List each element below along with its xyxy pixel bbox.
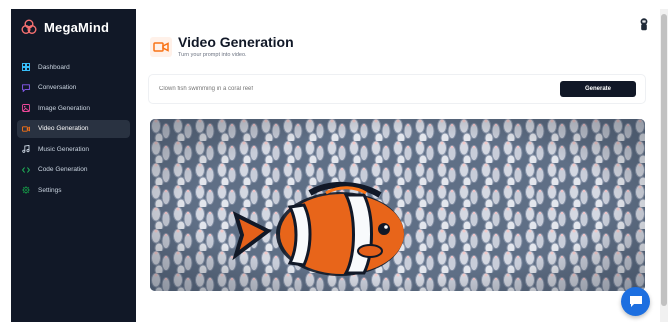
main-content: Video Generation Turn your prompt into v… [136, 9, 660, 322]
chat-widget-button[interactable] [621, 287, 650, 316]
scrollbar-thumb[interactable] [661, 14, 667, 306]
image-icon [22, 104, 30, 112]
sidebar-item-label: Conversation [38, 84, 77, 91]
music-note-icon [22, 145, 30, 153]
video-camera-icon [22, 125, 30, 132]
sidebar-item-label: Video Generation [38, 125, 89, 132]
video-camera-icon [150, 37, 172, 57]
gear-icon [22, 186, 30, 194]
sidebar-item-label: Code Generation [38, 166, 88, 173]
prompt-input[interactable] [159, 81, 539, 97]
sidebar-item-conversation[interactable]: Conversation [17, 79, 130, 97]
code-brackets-icon [22, 166, 30, 173]
sidebar-item-settings[interactable]: Settings [17, 181, 130, 199]
sidebar-item-video-generation[interactable]: Video Generation [17, 119, 130, 138]
generate-button[interactable]: Generate [560, 81, 636, 97]
chat-bubble-icon [22, 83, 30, 92]
sidebar-item-code-generation[interactable]: Code Generation [17, 161, 130, 179]
brand[interactable]: MegaMind [21, 19, 109, 35]
generated-video[interactable] [150, 119, 645, 291]
sidebar-item-label: Image Generation [38, 104, 91, 112]
user-avatar-icon[interactable] [637, 17, 651, 31]
brand-name: MegaMind [44, 19, 110, 35]
sidebar-nav: Dashboard Conversation Image Generation … [17, 58, 130, 202]
chat-bubble-icon [629, 296, 642, 307]
clownfish-video-frame [150, 119, 645, 291]
triple-circles-logo-icon [21, 19, 37, 34]
sidebar-item-label: Settings [38, 186, 62, 194]
grid-icon [22, 63, 30, 71]
prompt-form: Generate [148, 74, 646, 104]
sidebar: MegaMind Dashboard Conversation Image Ge… [11, 9, 136, 322]
sidebar-item-label: Music Generation [38, 145, 89, 153]
page-title: Video Generation [178, 34, 294, 50]
sidebar-item-image-generation[interactable]: Image Generation [17, 99, 130, 117]
sidebar-item-label: Dashboard [38, 63, 70, 71]
page-subtitle: Turn your prompt into video. [178, 52, 247, 58]
sidebar-item-music-generation[interactable]: Music Generation [17, 140, 130, 158]
sidebar-item-dashboard[interactable]: Dashboard [17, 58, 130, 76]
